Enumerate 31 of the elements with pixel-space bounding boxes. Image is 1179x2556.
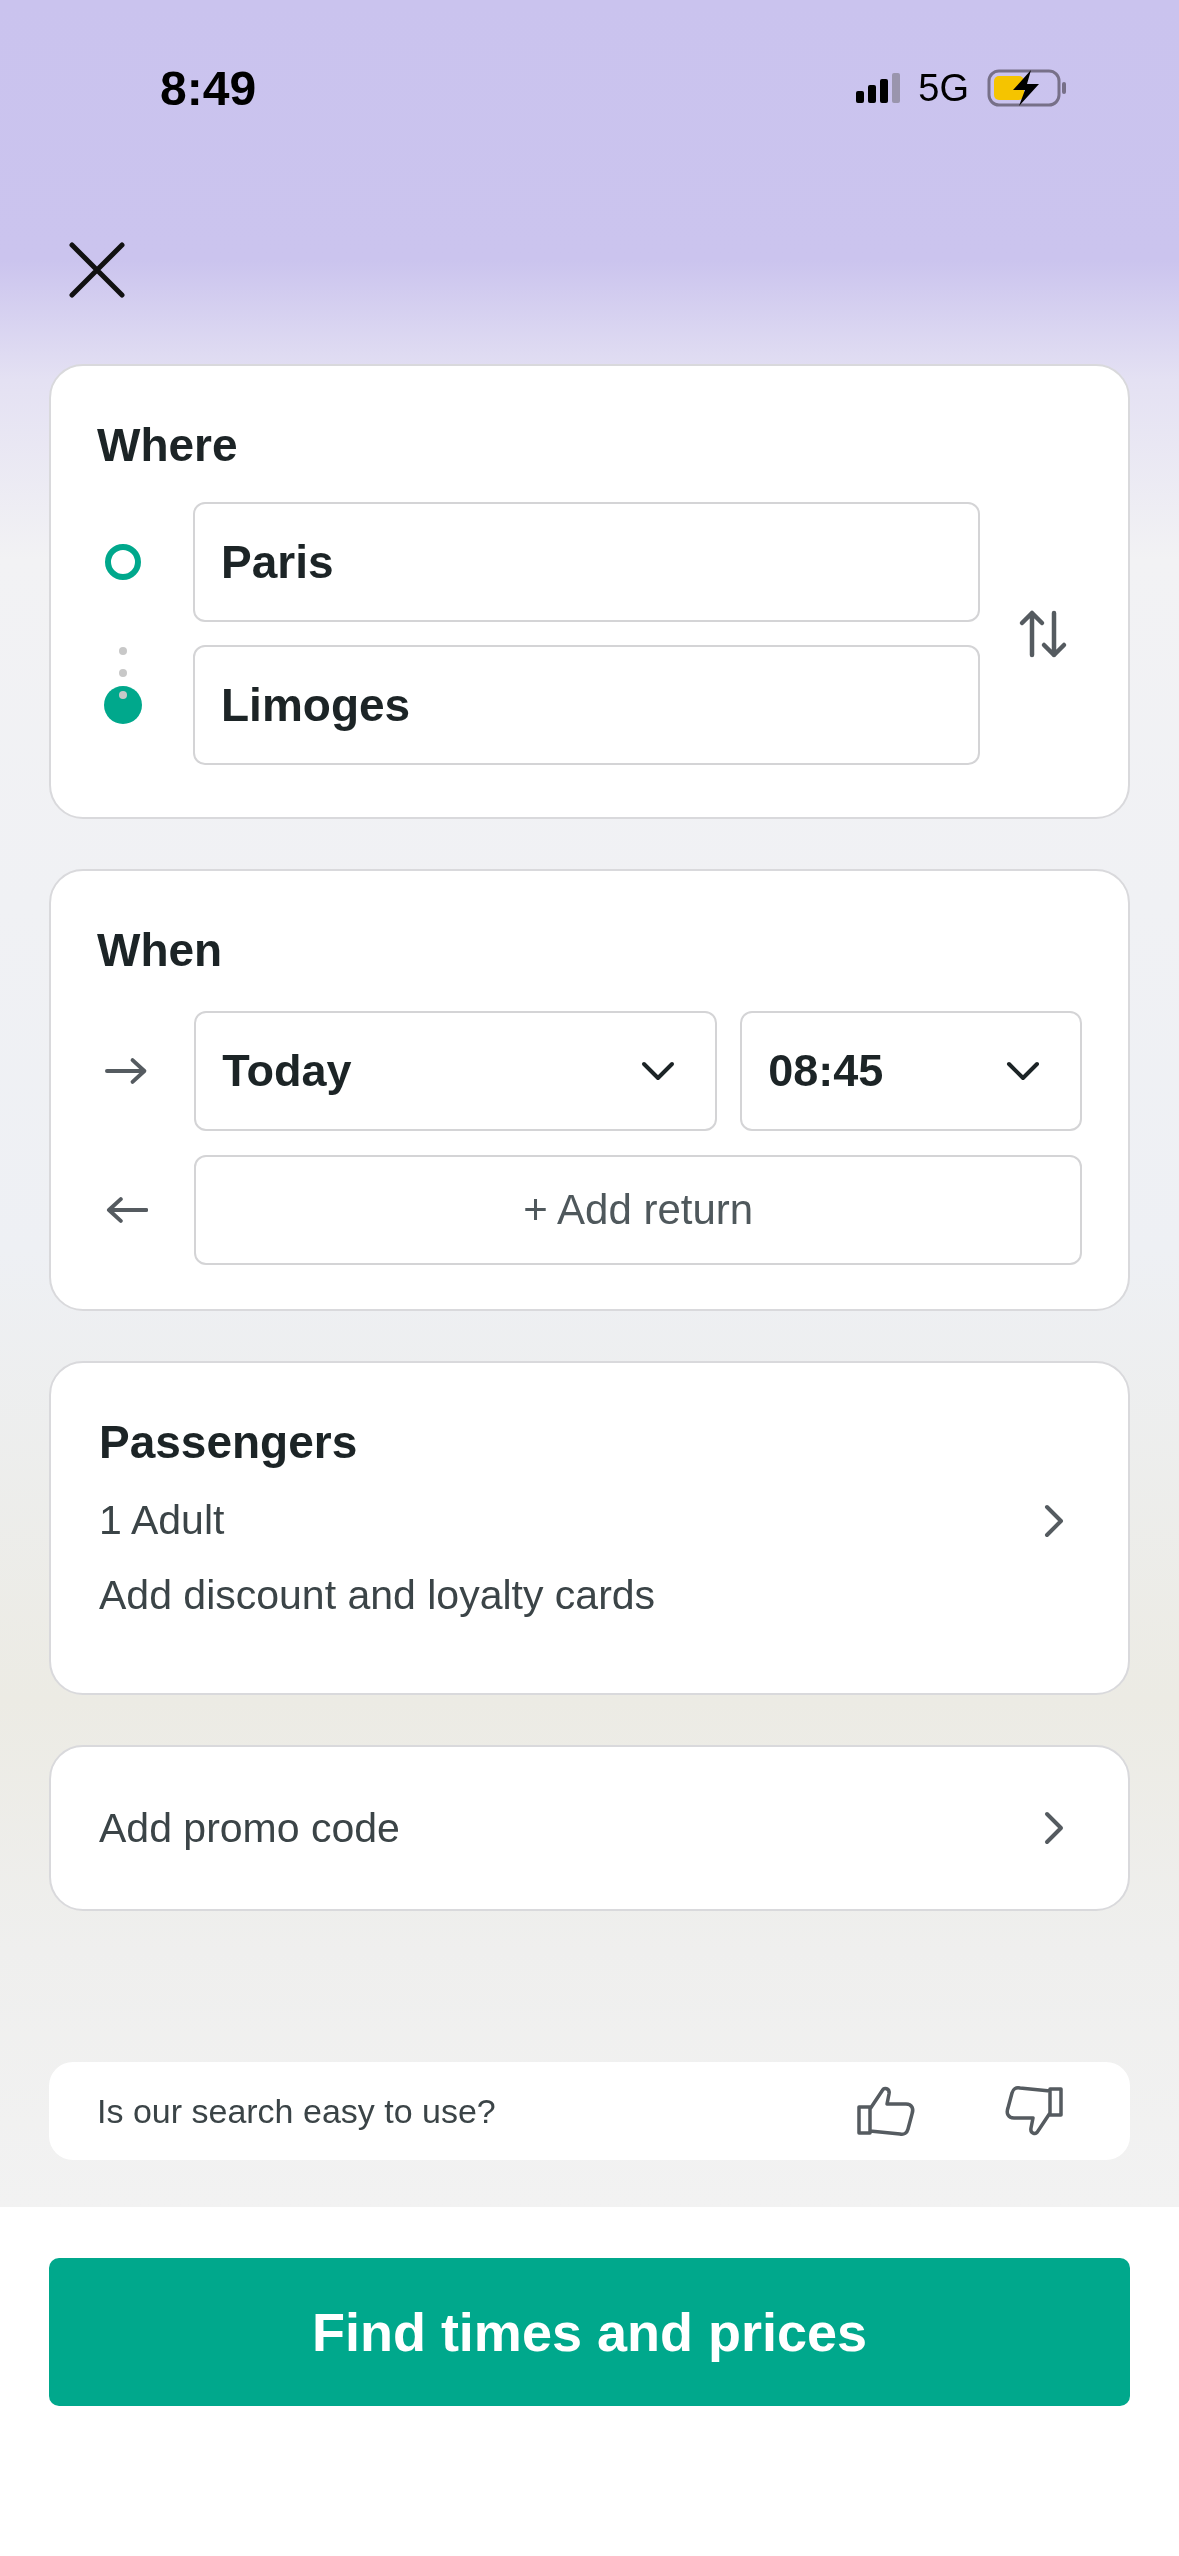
promo-code-label: Add promo code [99, 1804, 400, 1852]
add-return-button[interactable]: + Add return [194, 1155, 1082, 1265]
location-field[interactable]: Paris [193, 502, 980, 622]
chevron-right-icon [1044, 1503, 1064, 1538]
discount-cards-link[interactable]: Add discount and loyalty cards [99, 1572, 656, 1619]
chevron-right-icon [1044, 1811, 1064, 1845]
left-arrow-icon [105, 1195, 149, 1225]
signal-icon [856, 73, 901, 103]
right-arrow-icon [105, 1056, 149, 1086]
passenger-count: 1 Adult [99, 1497, 225, 1544]
thumbs-up-icon[interactable] [856, 2085, 916, 2137]
passengers-title: Passengers [99, 1415, 359, 1469]
origin-dot-icon [104, 543, 142, 581]
date-select[interactable]: Today [194, 1011, 718, 1131]
location-field[interactable]: Limoges [193, 645, 980, 765]
route-dots-icon [119, 647, 127, 699]
passengers-card[interactable]: Passengers 1 Adult Add discount and loyalty cards [49, 1361, 1130, 1695]
status-time: 8:49 [160, 60, 257, 116]
thumbs-down-icon[interactable] [1004, 2085, 1064, 2137]
feedback-question: Is our search easy to use? [97, 2091, 496, 2131]
battery-icon [987, 68, 1067, 108]
time-select[interactable]: 08:45 [740, 1011, 1082, 1131]
close-icon[interactable] [68, 241, 126, 299]
promo-code-row[interactable]: Add promo code [49, 1745, 1130, 1911]
chevron-down-icon [1006, 1061, 1040, 1081]
network-label: 5G [918, 66, 969, 110]
where-title: Where [97, 418, 239, 472]
when-title: When [97, 923, 224, 977]
destination-dot-icon [104, 686, 142, 724]
swap-icon[interactable] [1018, 608, 1068, 659]
chevron-down-icon [641, 1061, 676, 1081]
